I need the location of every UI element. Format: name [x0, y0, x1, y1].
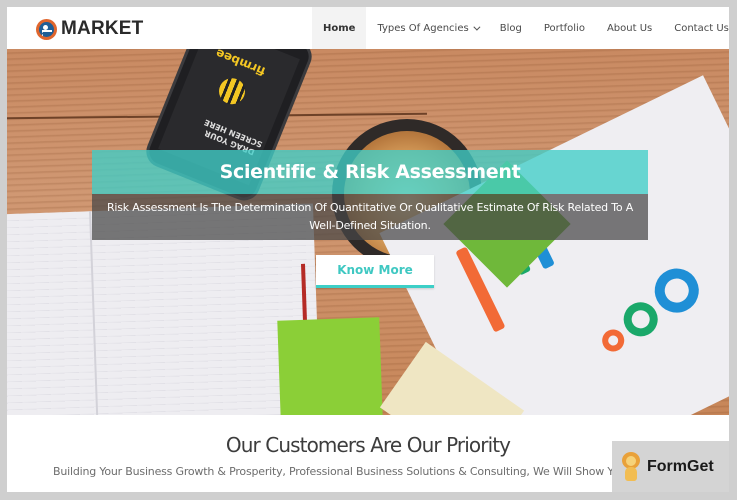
logo-icon	[36, 18, 57, 40]
hero-title: Scientific & Risk Assessment	[219, 161, 521, 183]
nav-label: About Us	[606, 22, 653, 34]
hero-slider: firmbee DRAG YOUR SCREEN HERE Scientific…	[7, 49, 729, 415]
nav-label: Home	[323, 22, 356, 34]
nav-label: Contact Us	[674, 22, 729, 34]
hero-description: Risk Assessment Is The Determination Of …	[106, 201, 634, 232]
know-more-button[interactable]: Know More	[316, 255, 434, 288]
nav-item-contact-us[interactable]: Contact Us	[663, 7, 729, 49]
nav-label: Types Of Agencies	[377, 22, 469, 34]
main-nav: Home Types Of Agencies Blog Portfolio Ab…	[312, 7, 729, 49]
page-frame: MARKET Home Types Of Agencies Blog Portf…	[7, 7, 729, 492]
bee-icon	[215, 74, 249, 109]
chevron-down-icon	[473, 23, 481, 31]
nav-label: Portfolio	[543, 22, 585, 34]
site-logo[interactable]: MARKET	[36, 18, 143, 40]
formget-watermark: FormGet	[612, 441, 729, 492]
nav-item-home[interactable]: Home	[312, 7, 367, 49]
lion-mascot-icon	[620, 451, 642, 482]
nav-item-about-us[interactable]: About Us	[596, 7, 663, 49]
hero-bg-green-note	[277, 317, 383, 415]
logo-text: MARKET	[61, 18, 144, 39]
nav-item-portfolio[interactable]: Portfolio	[533, 7, 596, 49]
hero-description-band: Risk Assessment Is The Determination Of …	[92, 194, 648, 240]
hero-title-band: Scientific & Risk Assessment	[92, 150, 648, 194]
nav-item-types-of-agencies[interactable]: Types Of Agencies	[366, 7, 488, 49]
nav-label: Blog	[499, 22, 522, 34]
formget-label: FormGet	[647, 457, 714, 475]
site-header: MARKET Home Types Of Agencies Blog Portf…	[7, 7, 729, 49]
section-subtitle: Building Your Business Growth & Prosperi…	[53, 465, 619, 478]
phone-brand: firmbee	[213, 49, 268, 79]
nav-item-blog[interactable]: Blog	[489, 7, 533, 49]
